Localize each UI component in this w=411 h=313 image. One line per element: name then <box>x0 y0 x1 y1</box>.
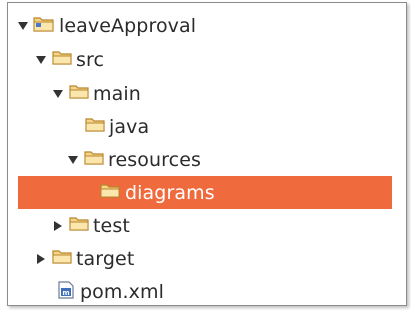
svg-text:m: m <box>62 289 69 297</box>
tree-item-java[interactable]: java <box>8 110 406 143</box>
folder-icon <box>69 216 89 236</box>
tree-item-label: src <box>76 48 105 71</box>
tree-item-label: java <box>109 115 150 138</box>
tree-item-src[interactable]: src <box>8 43 406 76</box>
folder-icon <box>85 117 105 137</box>
folder-icon <box>69 84 89 104</box>
maven-file-icon: m <box>58 280 74 303</box>
tree-item-label: test <box>93 214 130 237</box>
tree-item-leaveapproval[interactable]: leaveApproval <box>8 9 406 42</box>
expand-arrow-icon[interactable] <box>36 55 46 64</box>
tree-item-label: diagrams <box>125 181 215 204</box>
expand-arrow-icon[interactable] <box>68 155 78 164</box>
tree-item-resources[interactable]: resources <box>8 143 406 176</box>
tree-item-target[interactable]: target <box>8 242 406 275</box>
tree-item-label: target <box>76 247 135 270</box>
tree-item-diagrams[interactable]: diagrams <box>18 176 392 209</box>
tree-item-label: leaveApproval <box>59 14 197 37</box>
tree-item-label: pom.xml <box>80 280 164 303</box>
project-folder-icon <box>33 15 55 37</box>
tree-item-label: resources <box>108 148 201 171</box>
collapse-arrow-icon[interactable] <box>54 220 62 231</box>
expand-arrow-icon[interactable] <box>53 89 63 98</box>
project-explorer-tree: leaveApproval src main java resources di… <box>7 2 407 306</box>
folder-icon <box>52 249 72 269</box>
folder-icon <box>52 50 72 70</box>
tree-item-label: main <box>93 82 141 105</box>
collapse-arrow-icon[interactable] <box>37 253 45 264</box>
folder-icon <box>84 150 104 170</box>
tree-item-main[interactable]: main <box>8 77 406 110</box>
folder-icon <box>100 183 120 203</box>
expand-arrow-icon[interactable] <box>18 21 28 30</box>
tree-item-pom-xml[interactable]: m pom.xml <box>8 275 406 308</box>
tree-item-test[interactable]: test <box>8 209 406 242</box>
